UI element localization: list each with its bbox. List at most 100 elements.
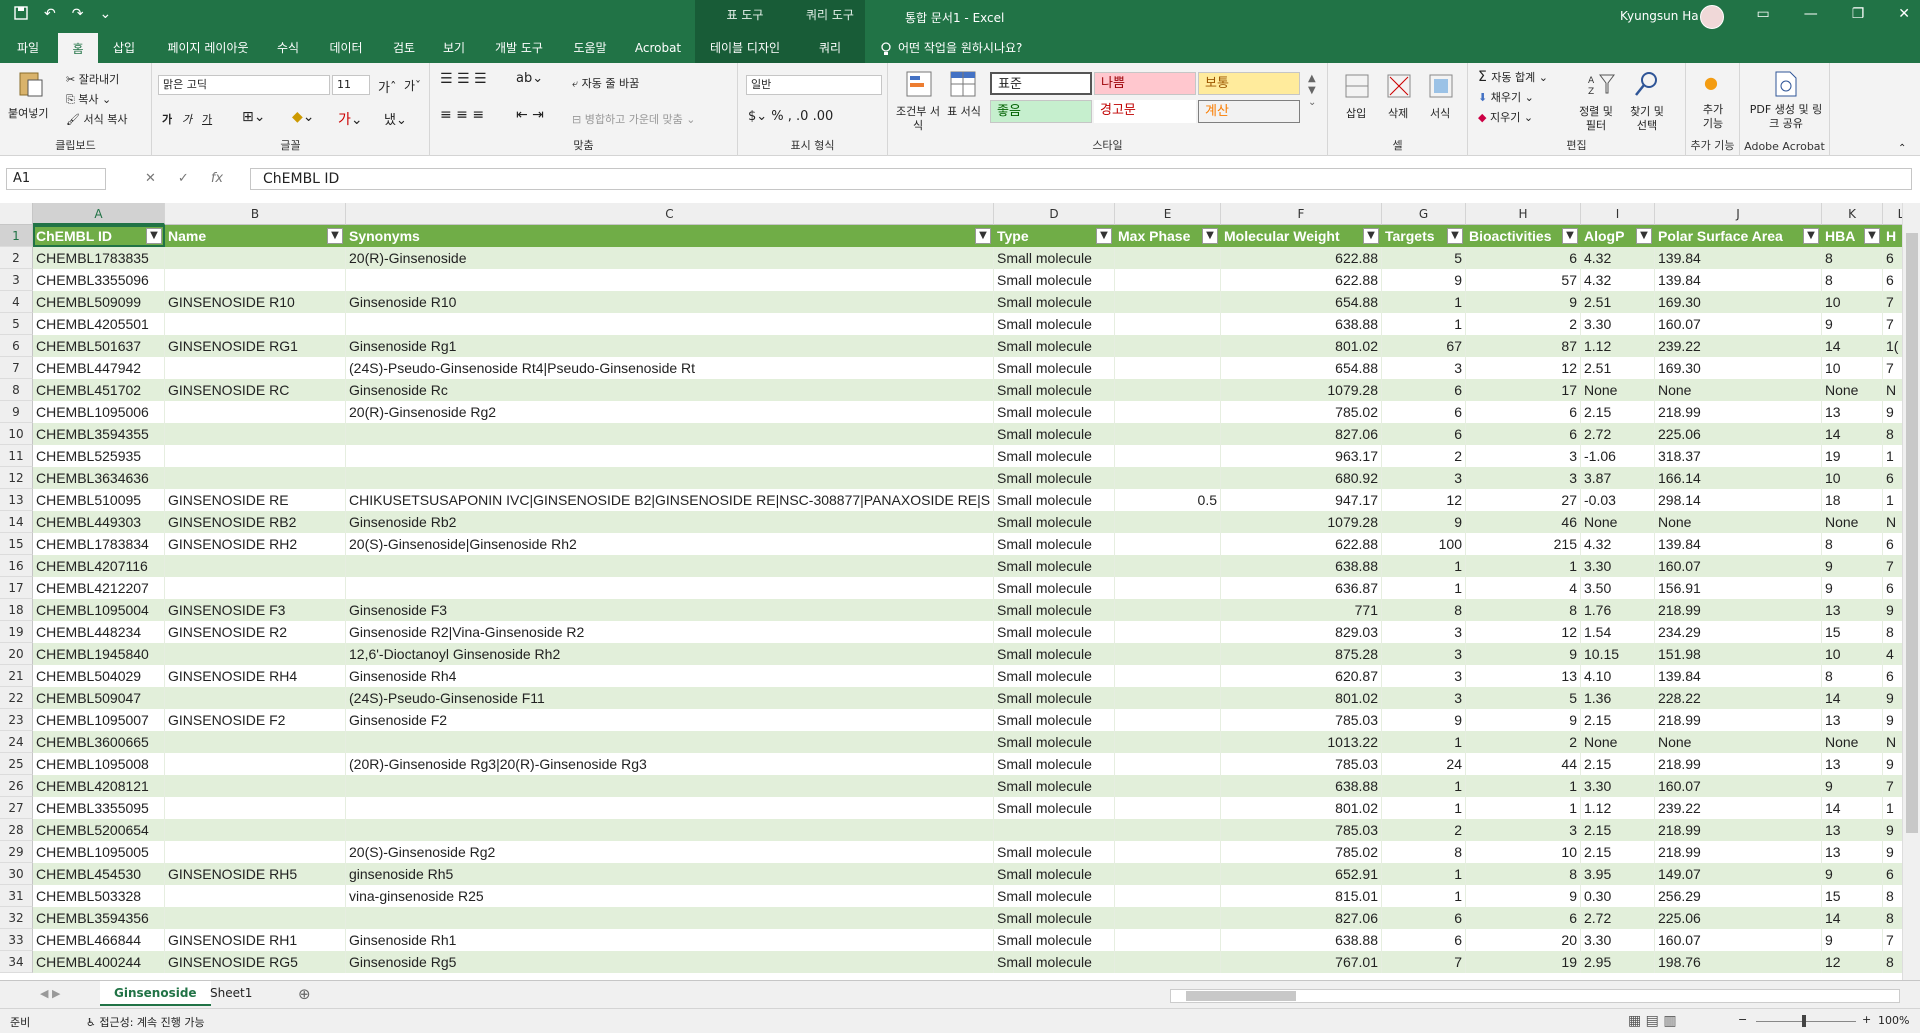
- table-cell[interactable]: CHEMBL1945840: [33, 643, 165, 665]
- vertical-scroll-thumb[interactable]: [1906, 233, 1918, 833]
- table-cell[interactable]: Small molecule: [994, 555, 1115, 577]
- font-name-select[interactable]: 맑은 고딕: [158, 75, 330, 95]
- table-cell[interactable]: 100: [1382, 533, 1466, 555]
- table-cell[interactable]: None: [1581, 379, 1655, 401]
- table-cell[interactable]: 638.88: [1221, 555, 1382, 577]
- table-cell[interactable]: 139.84: [1655, 247, 1822, 269]
- table-cell[interactable]: [1115, 269, 1221, 291]
- tab-help[interactable]: 도움말: [562, 33, 618, 63]
- table-cell[interactable]: 1: [1382, 863, 1466, 885]
- table-cell[interactable]: 3.87: [1581, 467, 1655, 489]
- table-cell[interactable]: [994, 819, 1115, 841]
- horizontal-align-icons[interactable]: ≡ ≡ ≡: [440, 107, 484, 123]
- table-cell[interactable]: [1115, 665, 1221, 687]
- table-header-cell[interactable]: Polar Surface Area: [1655, 225, 1822, 247]
- table-cell[interactable]: 218.99: [1655, 599, 1822, 621]
- table-cell[interactable]: 151.98: [1655, 643, 1822, 665]
- table-cell[interactable]: CHIKUSETSUSAPONIN IVC|GINSENOSIDE B2|GIN…: [346, 489, 994, 511]
- table-cell[interactable]: [165, 423, 346, 445]
- table-cell[interactable]: [165, 797, 346, 819]
- table-cell[interactable]: 875.28: [1221, 643, 1382, 665]
- tab-formulas[interactable]: 수식: [268, 33, 308, 63]
- table-cell[interactable]: [165, 357, 346, 379]
- row-header[interactable]: 5: [0, 313, 33, 335]
- table-cell[interactable]: 225.06: [1655, 907, 1822, 929]
- table-cell[interactable]: 8: [1822, 665, 1883, 687]
- table-cell[interactable]: [1115, 357, 1221, 379]
- filter-dropdown-icon[interactable]: ▼: [1363, 228, 1379, 244]
- table-cell[interactable]: 1: [1382, 555, 1466, 577]
- phonetic-icon[interactable]: 냈⌄: [384, 109, 407, 128]
- table-cell[interactable]: CHEMBL449303: [33, 511, 165, 533]
- horizontal-scrollbar[interactable]: [1170, 989, 1900, 1003]
- autosum-button[interactable]: Σ 자동 합계 ⌄: [1478, 69, 1548, 85]
- select-all-corner[interactable]: [0, 203, 33, 225]
- table-cell[interactable]: 218.99: [1655, 401, 1822, 423]
- table-cell[interactable]: 767.01: [1221, 951, 1382, 973]
- table-cell[interactable]: Ginsenoside R2|Vina-Ginsenoside R2: [346, 621, 994, 643]
- row-header[interactable]: 19: [0, 621, 33, 643]
- table-cell[interactable]: None: [1655, 511, 1822, 533]
- table-cell[interactable]: 1.76: [1581, 599, 1655, 621]
- format-cells-icon[interactable]: [1426, 71, 1456, 101]
- row-header[interactable]: 6: [0, 335, 33, 357]
- table-cell[interactable]: CHEMBL509047: [33, 687, 165, 709]
- underline-button[interactable]: 가: [202, 111, 212, 127]
- column-header[interactable]: I: [1581, 203, 1655, 225]
- row-header[interactable]: 20: [0, 643, 33, 665]
- tab-insert[interactable]: 삽입: [104, 33, 144, 63]
- bold-button[interactable]: 가: [162, 111, 172, 127]
- redo-icon[interactable]: ↷: [72, 6, 84, 24]
- add-sheet-icon[interactable]: ⊕: [298, 985, 311, 1003]
- table-cell[interactable]: 654.88: [1221, 291, 1382, 313]
- table-cell[interactable]: [165, 577, 346, 599]
- table-cell[interactable]: 57: [1466, 269, 1581, 291]
- table-cell[interactable]: vina-ginsenoside R25: [346, 885, 994, 907]
- table-cell[interactable]: 1: [1382, 577, 1466, 599]
- table-cell[interactable]: 14: [1822, 335, 1883, 357]
- close-icon[interactable]: ✕: [1898, 6, 1910, 22]
- tab-review[interactable]: 검토: [384, 33, 424, 63]
- table-cell[interactable]: 166.14: [1655, 467, 1822, 489]
- table-cell[interactable]: GINSENOSIDE F2: [165, 709, 346, 731]
- table-cell[interactable]: [346, 907, 994, 929]
- table-cell[interactable]: [1115, 423, 1221, 445]
- table-cell[interactable]: 318.37: [1655, 445, 1822, 467]
- filter-dropdown-icon[interactable]: ▼: [1864, 228, 1880, 244]
- table-cell[interactable]: 228.22: [1655, 687, 1822, 709]
- table-cell[interactable]: Ginsenoside Rc: [346, 379, 994, 401]
- table-cell[interactable]: Small molecule: [994, 797, 1115, 819]
- table-cell[interactable]: 622.88: [1221, 533, 1382, 555]
- restore-icon[interactable]: ❐: [1852, 6, 1865, 22]
- table-cell[interactable]: [1115, 577, 1221, 599]
- format-painter-button[interactable]: 🖌 서식 복사: [66, 111, 127, 127]
- table-cell[interactable]: 9: [1466, 643, 1581, 665]
- insert-cells-button[interactable]: 삽입: [1346, 105, 1366, 121]
- tab-developer[interactable]: 개발 도구: [484, 33, 554, 63]
- cut-button[interactable]: ✂ 잘라내기: [66, 71, 119, 87]
- row-header[interactable]: 30: [0, 863, 33, 885]
- table-cell[interactable]: [165, 555, 346, 577]
- fx-icon[interactable]: fx: [211, 171, 223, 186]
- zoom-in-icon[interactable]: +: [1862, 1013, 1871, 1026]
- undo-icon[interactable]: ↶: [44, 6, 56, 24]
- table-cell[interactable]: 801.02: [1221, 797, 1382, 819]
- style-normal[interactable]: 표준: [990, 72, 1092, 95]
- zoom-slider-thumb[interactable]: [1802, 1015, 1806, 1027]
- table-cell[interactable]: Ginsenoside Rg5: [346, 951, 994, 973]
- column-header[interactable]: E: [1115, 203, 1221, 225]
- fill-button[interactable]: ⬇ 채우기 ⌄: [1478, 89, 1534, 105]
- table-cell[interactable]: 1: [1382, 885, 1466, 907]
- tab-page-layout[interactable]: 페이지 레이아웃: [158, 33, 258, 63]
- table-cell[interactable]: 3: [1466, 445, 1581, 467]
- row-header[interactable]: 27: [0, 797, 33, 819]
- table-cell[interactable]: -0.03: [1581, 489, 1655, 511]
- table-cell[interactable]: 638.88: [1221, 929, 1382, 951]
- row-header[interactable]: 2: [0, 247, 33, 269]
- table-cell[interactable]: 801.02: [1221, 335, 1382, 357]
- table-cell[interactable]: 652.91: [1221, 863, 1382, 885]
- table-cell[interactable]: [165, 401, 346, 423]
- table-cell[interactable]: Ginsenoside F3: [346, 599, 994, 621]
- table-cell[interactable]: 9: [1822, 555, 1883, 577]
- find-select-icon[interactable]: [1632, 69, 1662, 99]
